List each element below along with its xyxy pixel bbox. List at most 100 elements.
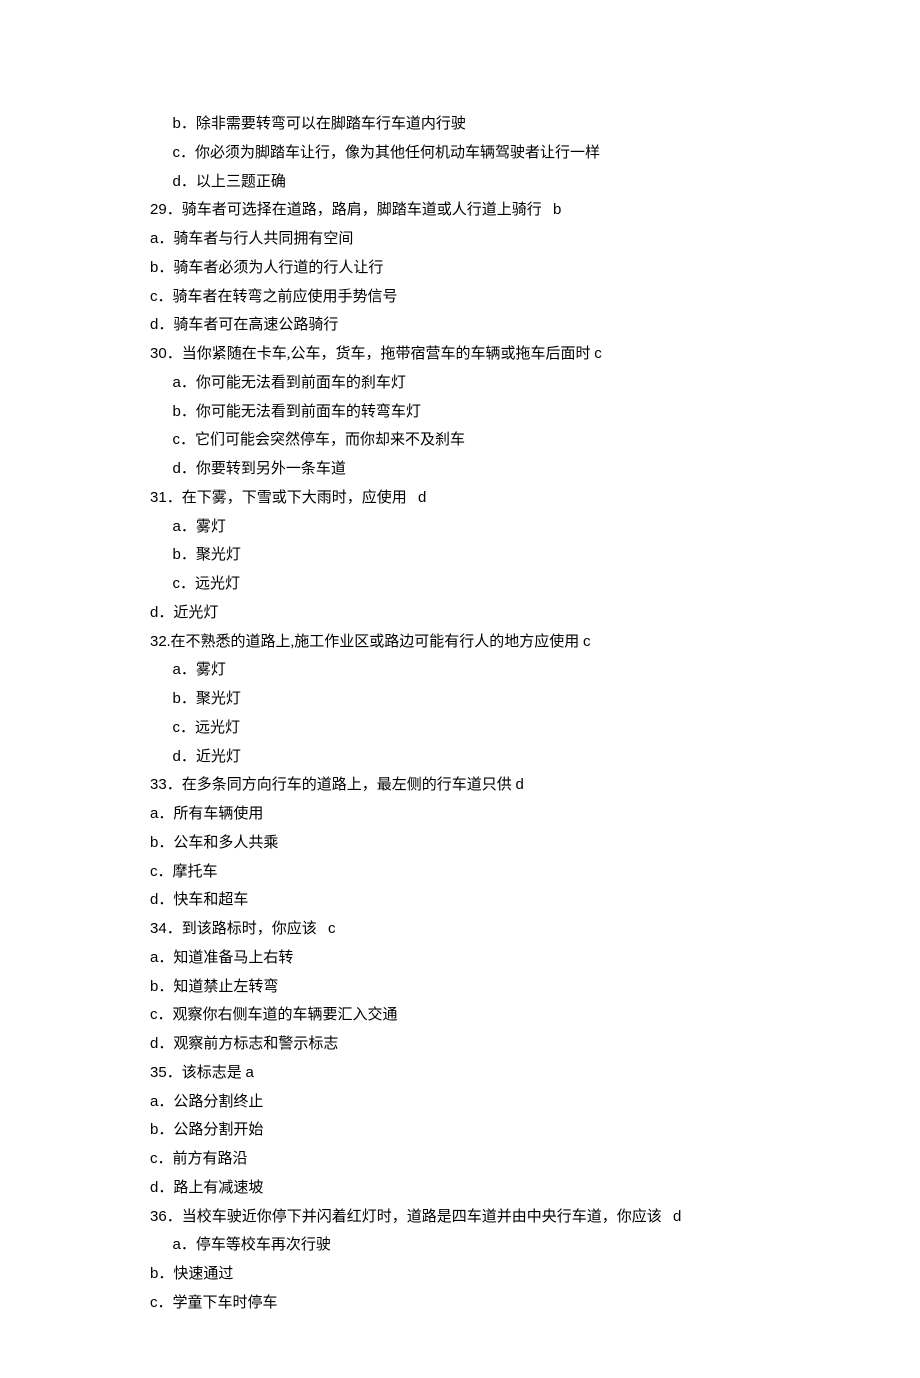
question-number: 35 xyxy=(150,1064,167,1081)
option-text: 快车和超车 xyxy=(173,892,248,908)
option-text: 骑车者必须为人行道的行人让行 xyxy=(173,260,383,276)
option-text: 它们可能会突然停车，而你却来不及刹车 xyxy=(195,432,465,448)
option-label: a xyxy=(173,518,181,535)
option-text: 以上三题正确 xyxy=(196,174,286,190)
option-line: b．聚光灯 xyxy=(150,541,770,570)
option-text: 你必须为脚踏车让行，像为其他任何机动车辆驾驶者让行一样 xyxy=(195,145,600,161)
option-line: d．以上三题正确 xyxy=(150,168,770,197)
option-line: a．骑车者与行人共同拥有空间 xyxy=(150,225,770,254)
question-number: 34 xyxy=(150,920,167,937)
option-text: 公路分割开始 xyxy=(173,1122,263,1138)
option-separator: ． xyxy=(180,145,195,161)
option-label: d xyxy=(173,748,181,765)
option-separator: ． xyxy=(158,231,173,247)
option-line: b．公路分割开始 xyxy=(150,1116,770,1145)
question-text: ．骑车者可选择在道路，路肩，脚踏车道或人行道上骑行 xyxy=(167,202,553,218)
option-line: a．知道准备马上右转 xyxy=(150,944,770,973)
option-line: a．你可能无法看到前面车的刹车灯 xyxy=(150,369,770,398)
answer-letter: a xyxy=(245,1064,253,1081)
option-separator: ． xyxy=(158,1266,173,1282)
question-number: 29 xyxy=(150,201,167,218)
option-separator: ． xyxy=(180,576,195,592)
option-label: c xyxy=(173,144,181,161)
option-line: d．骑车者可在高速公路骑行 xyxy=(150,311,770,340)
answer-letter: d xyxy=(515,776,523,793)
question-line: 31．在下雾，下雪或下大雨时，应使用 d xyxy=(150,484,770,513)
option-label: c xyxy=(150,1150,158,1167)
option-text: 雾灯 xyxy=(196,662,226,678)
question-line: 33．在多条同方向行车的道路上，最左侧的行车道只供 d xyxy=(150,771,770,800)
option-text: 你可能无法看到前面车的刹车灯 xyxy=(196,375,406,391)
option-line: b．骑车者必须为人行道的行人让行 xyxy=(150,254,770,283)
option-separator: ． xyxy=(181,1237,196,1253)
option-line: b．快速通过 xyxy=(150,1260,770,1289)
option-text: 近光灯 xyxy=(196,749,241,765)
option-separator: ． xyxy=(158,1094,173,1110)
option-separator: ． xyxy=(158,1151,173,1167)
option-line: c．学童下车时停车 xyxy=(150,1289,770,1318)
question-text: ．在多条同方向行车的道路上，最左侧的行车道只供 xyxy=(167,777,516,793)
option-line: d．路上有减速坡 xyxy=(150,1174,770,1203)
question-text: ．该标志是 xyxy=(167,1065,246,1081)
option-separator: ． xyxy=(181,749,196,765)
option-line: c．远光灯 xyxy=(150,570,770,599)
option-text: 观察前方标志和警示标志 xyxy=(173,1036,338,1052)
question-line: 35．该标志是 a xyxy=(150,1059,770,1088)
question-number: 30 xyxy=(150,345,167,362)
option-text: 前方有路沿 xyxy=(173,1151,248,1167)
option-line: c．观察你右侧车道的车辆要汇入交通 xyxy=(150,1001,770,1030)
option-line: c．摩托车 xyxy=(150,858,770,887)
option-separator: ． xyxy=(181,116,196,132)
option-separator: ． xyxy=(158,289,173,305)
option-line: a．雾灯 xyxy=(150,513,770,542)
option-text: 聚光灯 xyxy=(196,547,241,563)
option-label: c xyxy=(173,719,181,736)
content-block: b．除非需要转弯可以在脚踏车行车道内行驶 c．你必须为脚踏车让行，像为其他任何机… xyxy=(150,110,770,1318)
option-label: d xyxy=(173,460,181,477)
option-line: c．前方有路沿 xyxy=(150,1145,770,1174)
option-text: 学童下车时停车 xyxy=(173,1295,278,1311)
option-label: a xyxy=(173,661,181,678)
option-text: 雾灯 xyxy=(196,519,226,535)
question-number: 33 xyxy=(150,776,167,793)
answer-letter: c xyxy=(583,633,591,650)
option-line: d．你要转到另外一条车道 xyxy=(150,455,770,484)
option-text: 骑车者可在高速公路骑行 xyxy=(173,317,338,333)
option-text: 快速通过 xyxy=(173,1266,233,1282)
option-separator: ． xyxy=(181,404,196,420)
question-line: 32.在不熟悉的道路上,施工作业区或路边可能有行人的地方应使用 c xyxy=(150,628,770,657)
option-line: a．所有车辆使用 xyxy=(150,800,770,829)
answer-letter: d xyxy=(673,1208,681,1225)
option-separator: ． xyxy=(158,605,173,621)
option-text: 你要转到另外一条车道 xyxy=(196,461,346,477)
option-separator: ． xyxy=(180,432,195,448)
question-line: 36．当校车驶近你停下并闪着红灯时，道路是四车道并由中央行车道，你应该 d xyxy=(150,1203,770,1232)
option-separator: ． xyxy=(158,1295,173,1311)
option-label: b xyxy=(173,115,181,132)
option-separator: ． xyxy=(158,1007,173,1023)
question-text: ．在下雾，下雪或下大雨时，应使用 xyxy=(167,490,418,506)
option-separator: ． xyxy=(181,547,196,563)
option-separator: ． xyxy=(158,1122,173,1138)
answer-letter: b xyxy=(553,201,561,218)
document-page: b．除非需要转弯可以在脚踏车行车道内行驶 c．你必须为脚踏车让行，像为其他任何机… xyxy=(0,0,920,1378)
question-number: 31 xyxy=(150,489,167,506)
question-number: 36 xyxy=(150,1208,167,1225)
option-separator: ． xyxy=(158,260,173,276)
option-label: a xyxy=(173,374,181,391)
option-separator: ． xyxy=(181,691,196,707)
option-line: b．公车和多人共乘 xyxy=(150,829,770,858)
option-text: 远光灯 xyxy=(195,720,240,736)
option-label: d xyxy=(173,173,181,190)
option-label: b xyxy=(173,403,181,420)
option-text: 知道禁止左转弯 xyxy=(173,979,278,995)
option-line: a．公路分割终止 xyxy=(150,1088,770,1117)
option-line: b．聚光灯 xyxy=(150,685,770,714)
option-separator: ． xyxy=(158,979,173,995)
option-label: c xyxy=(150,1006,158,1023)
option-separator: ． xyxy=(158,806,173,822)
option-separator: ． xyxy=(181,519,196,535)
option-line: c．远光灯 xyxy=(150,714,770,743)
option-line: b．你可能无法看到前面车的转弯车灯 xyxy=(150,398,770,427)
option-label: a xyxy=(173,1236,181,1253)
